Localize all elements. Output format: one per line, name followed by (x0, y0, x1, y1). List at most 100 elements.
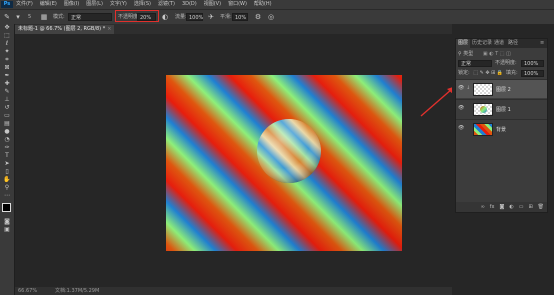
layer-opacity-label: 不透明度: (495, 60, 517, 66)
flow-label: 流量: (175, 14, 187, 20)
hand-tool-icon[interactable]: ✋ (0, 176, 14, 184)
type-tool-icon[interactable]: T (0, 152, 14, 160)
tab-history[interactable]: 历史记录 (470, 39, 494, 48)
flow-field[interactable]: 100% (186, 13, 203, 21)
clone-stamp-tool-icon[interactable]: ⊥ (0, 96, 14, 104)
more-tools-icon[interactable]: ⋯ (0, 192, 14, 200)
smoothing-field-value: 10% (235, 15, 247, 21)
zoom-level[interactable]: 66.67% (18, 287, 37, 295)
menu-help[interactable]: 帮助(H) (254, 1, 272, 8)
pressure-size-icon[interactable]: ◎ (267, 13, 275, 21)
brush-size-value[interactable]: 5 (28, 13, 31, 21)
layer-name[interactable]: 图层 1 (496, 106, 511, 113)
menu-image[interactable]: 图像(I) (64, 1, 79, 8)
menu-view[interactable]: 视图(V) (204, 1, 221, 8)
flow-field-value: 100% (189, 15, 204, 21)
brush-panel-icon[interactable]: ▦ (40, 13, 48, 21)
folder-icon[interactable]: ▭ (519, 204, 524, 210)
kind-filter[interactable]: 类型 (463, 51, 473, 57)
color-swatches[interactable] (0, 200, 14, 218)
menu-bar: Ps 文件(F) 编辑(E) 图像(I) 图层(L) 文字(Y) 选择(S) 滤… (0, 0, 554, 9)
pressure-opacity-icon[interactable]: ◐ (161, 13, 169, 21)
mode-label: 模式: (53, 14, 65, 20)
search-icon: ⚲ (458, 51, 462, 57)
layer-row[interactable]: 👁 背景 (456, 119, 547, 138)
layer-name[interactable]: 图层 2 (496, 86, 511, 93)
layer-thumbnail (473, 83, 493, 96)
document-tab[interactable]: 未标题-1 @ 66.7% (图层 2, RGB/8) * × (15, 25, 115, 34)
quick-select-tool-icon[interactable]: ✦ (0, 48, 14, 56)
striped-sphere (257, 119, 321, 183)
layer-opacity-field[interactable]: 100% (521, 60, 544, 67)
healing-brush-tool-icon[interactable]: ✚ (0, 80, 14, 88)
menu-layer[interactable]: 图层(L) (86, 1, 103, 8)
visibility-eye-icon[interactable]: 👁 (458, 85, 464, 91)
link-icon[interactable]: ∞ (481, 204, 485, 210)
rectangle-tool-icon[interactable]: ▯ (0, 168, 14, 176)
zoom-tool-icon[interactable]: ⚲ (0, 184, 14, 192)
adjustment-icon[interactable]: ◐ (509, 204, 513, 210)
trash-icon[interactable]: 🗑 (538, 204, 544, 210)
dropdown-icon[interactable]: ▾ (14, 13, 22, 21)
panel-menu-icon[interactable]: ≡ (538, 39, 546, 48)
gradient-tool-icon[interactable]: ▤ (0, 120, 14, 128)
opacity-highlight-annotation (115, 10, 159, 22)
pen-tool-icon[interactable]: ✑ (0, 144, 14, 152)
airbrush-icon[interactable]: ✈ (207, 13, 215, 21)
layer-row[interactable]: 👁 图层 1 (456, 99, 547, 118)
blend-mode-select[interactable]: 正常 (458, 60, 492, 67)
smoothing-field[interactable]: 10% (232, 13, 248, 21)
fill-label: 填充: (506, 70, 518, 76)
new-layer-icon[interactable]: ⊞ (528, 204, 532, 210)
history-brush-tool-icon[interactable]: ↺ (0, 104, 14, 112)
path-select-tool-icon[interactable]: ➤ (0, 160, 14, 168)
visibility-eye-icon[interactable]: 👁 (458, 125, 464, 131)
move-tool-icon[interactable]: ✥ (0, 24, 14, 32)
menu-select[interactable]: 选择(S) (134, 1, 151, 8)
brush-tool-icon[interactable]: ✎ (0, 88, 14, 96)
eraser-tool-icon[interactable]: ▭ (0, 112, 14, 120)
fill-field[interactable]: 100% (521, 70, 544, 77)
menu-window[interactable]: 窗口(W) (228, 1, 247, 8)
tab-paths[interactable]: 路径 (506, 39, 520, 48)
frame-tool-icon[interactable]: ⊠ (0, 64, 14, 72)
visibility-eye-icon[interactable]: 👁 (458, 105, 464, 111)
brush-tool-icon[interactable]: ✎ (3, 13, 11, 21)
menu-filter[interactable]: 滤镜(T) (158, 1, 175, 8)
document-size: 文档:1.37M/5.29M (55, 288, 100, 294)
tab-layers[interactable]: 图层 (456, 39, 471, 48)
lasso-tool-icon[interactable]: ℓ (0, 40, 14, 48)
layers-panel: 图层 历史记录 通道 路径 ≡ ⚲ 类型 ▣ ◐ T ⬚ ◫ 正常 不透明度: … (455, 38, 548, 213)
layer-opacity-value: 100% (524, 61, 539, 67)
eyedropper-tool-icon[interactable]: ✒ (0, 72, 14, 80)
quick-mask-icon[interactable]: ◙ (0, 218, 14, 226)
blur-tool-icon[interactable]: ● (0, 128, 14, 136)
document-tab-label: 未标题-1 @ 66.7% (图层 2, RGB/8) * (18, 26, 106, 32)
smoothing-label: 平滑: (220, 14, 232, 20)
close-icon[interactable]: × (107, 26, 111, 32)
dodge-tool-icon[interactable]: ◔ (0, 136, 14, 144)
layer-name[interactable]: 背景 (496, 126, 506, 133)
mode-select[interactable]: 正常 (68, 13, 112, 21)
layer-row[interactable]: 👁 ↓ 图层 2 (456, 79, 547, 98)
menu-file[interactable]: 文件(F) (16, 1, 33, 8)
menu-items: 文件(F) 编辑(E) 图像(I) 图层(L) 文字(Y) 选择(S) 滤镜(T… (16, 1, 272, 8)
screen-mode-icon[interactable]: ▣ (0, 226, 14, 234)
fx-icon[interactable]: fx (490, 204, 495, 210)
layer-thumbnail (473, 103, 493, 116)
menu-3d[interactable]: 3D(D) (182, 1, 197, 8)
lock-label: 锁定: (458, 70, 470, 76)
photoshop-logo: Ps (1, 1, 13, 8)
lock-icons[interactable]: ⬚ ✎ ✥ ⊞ 🔒 (473, 70, 503, 76)
filter-icons[interactable]: ▣ ◐ T ⬚ ◫ (483, 51, 511, 57)
gear-icon[interactable]: ⚙ (254, 13, 262, 21)
menu-edit[interactable]: 编辑(E) (40, 1, 57, 8)
marquee-tool-icon[interactable]: ⬚ (0, 32, 14, 40)
layers-panel-footer: ∞ fx ◙ ◐ ▭ ⊞ 🗑 (456, 202, 547, 212)
foreground-color-swatch[interactable] (2, 203, 11, 212)
menu-type[interactable]: 文字(Y) (110, 1, 127, 8)
panel-tabs: 图层 历史记录 通道 路径 ≡ (456, 39, 547, 48)
crop-tool-icon[interactable]: ⌗ (0, 56, 14, 64)
mask-icon[interactable]: ◙ (499, 204, 504, 210)
tab-channels[interactable]: 通道 (492, 39, 506, 48)
